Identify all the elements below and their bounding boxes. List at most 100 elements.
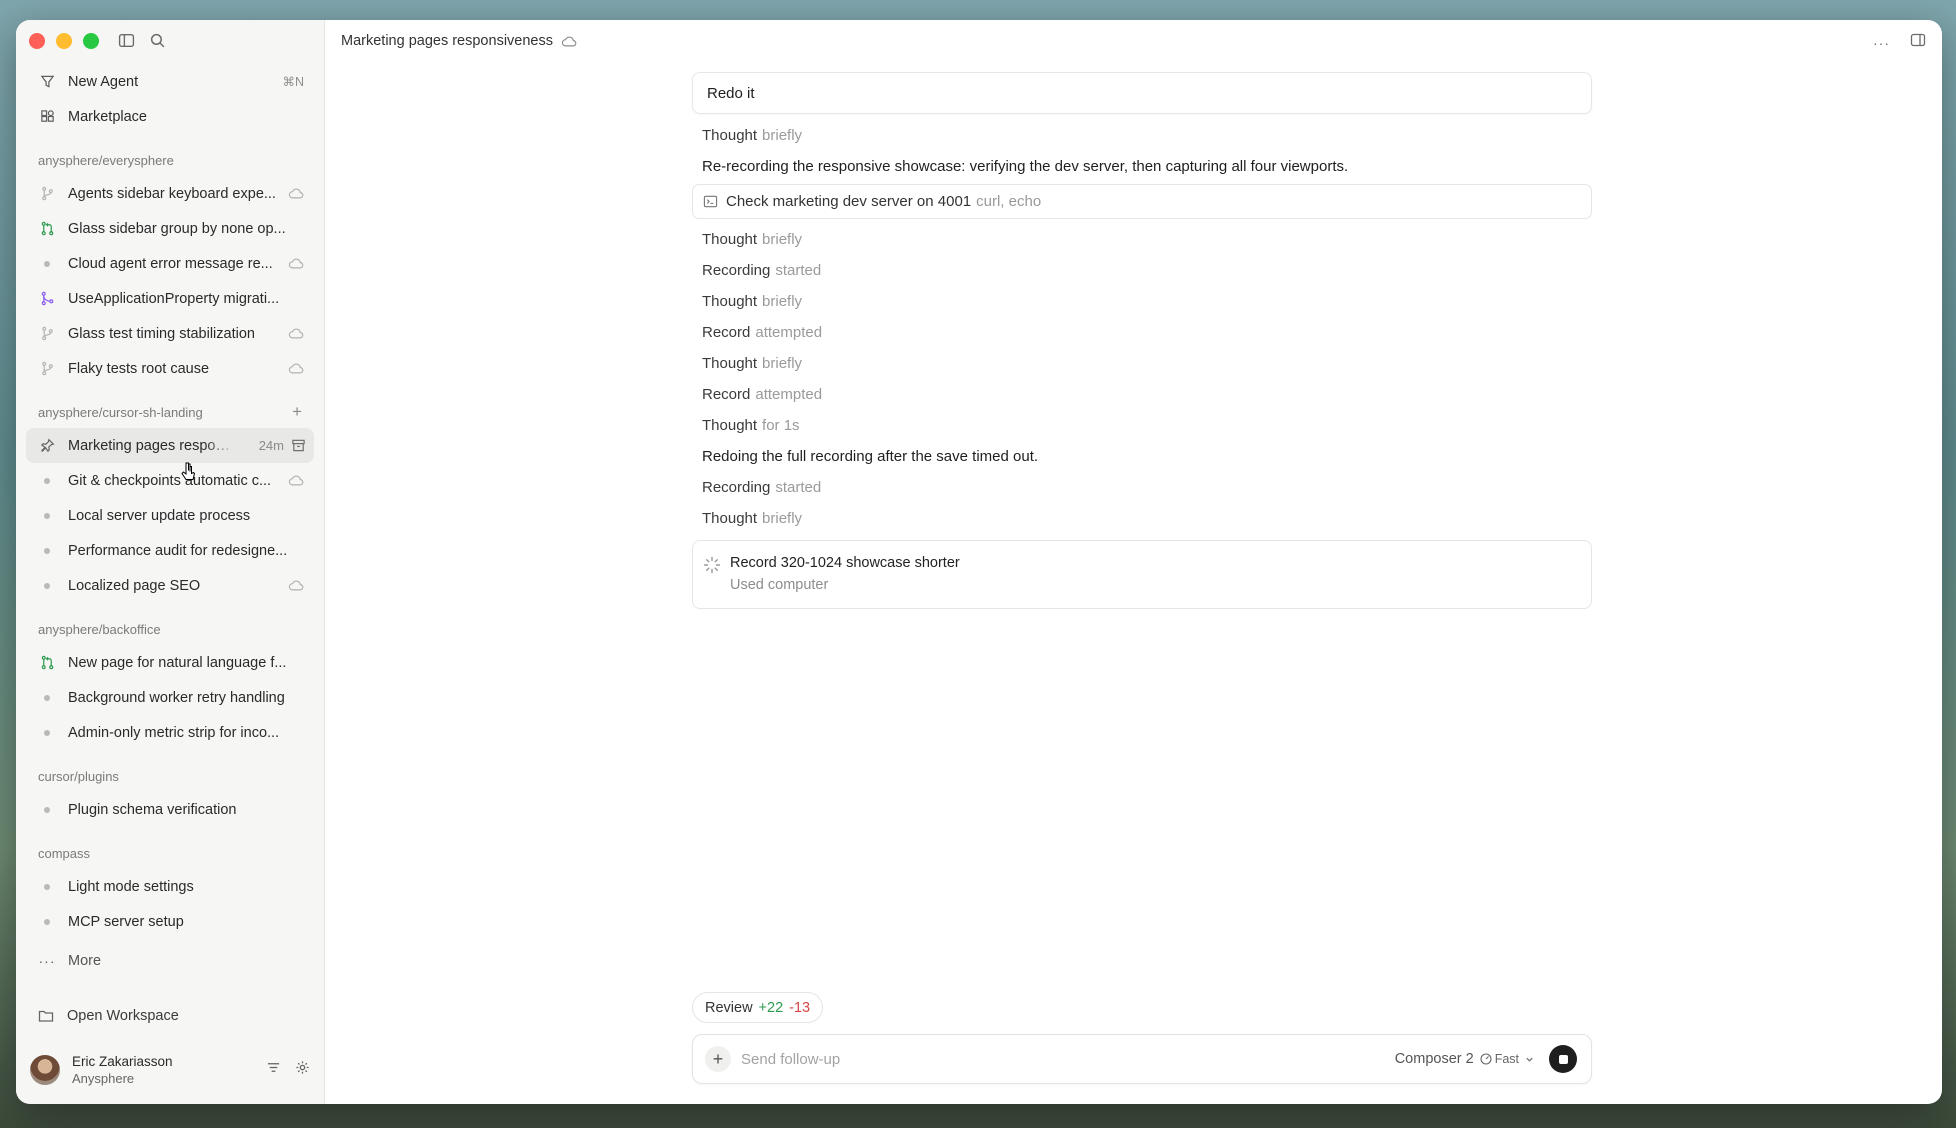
step-detail: briefly: [762, 127, 803, 144]
toggle-panel-icon[interactable]: [1910, 32, 1926, 53]
sidebar-item-glass-sidebar-group-by-none-op[interactable]: Glass sidebar group by none op...: [26, 211, 314, 246]
composer: + Composer 2 Fast: [692, 1034, 1592, 1084]
group-label-anysphere-backoffice[interactable]: anysphere/backoffice: [26, 609, 314, 645]
sidebar-item-admin-only-metric-strip-for-inco[interactable]: Admin-only metric strip for inco...: [26, 715, 314, 750]
status-dot-icon: [38, 806, 56, 813]
model-name: Composer 2: [1394, 1051, 1474, 1067]
sidebar-item-flaky-tests-root-cause[interactable]: Flaky tests root cause: [26, 351, 314, 386]
sidebar-item-local-server-update-process[interactable]: Local server update process: [26, 498, 314, 533]
tool-call-detail: curl, echo: [976, 193, 1042, 210]
step-detail: started: [775, 479, 822, 496]
new-agent-label: New Agent: [68, 73, 139, 90]
status-dot-icon: [38, 477, 56, 484]
branch-icon: [38, 186, 56, 201]
agent-step[interactable]: Thought for 1s: [692, 410, 1592, 441]
gear-icon[interactable]: [295, 1060, 310, 1080]
sidebar-item-label: Cloud agent error message re...: [68, 255, 273, 272]
sidebar-item-light-mode-settings[interactable]: Light mode settings: [26, 869, 314, 904]
sidebar-item-git-checkpoints-automatic-c[interactable]: Git & checkpoints automatic c...: [26, 463, 314, 498]
ellipsis-icon: ···: [38, 952, 56, 969]
sidebar-item-label: UseApplicationProperty migrati...: [68, 290, 280, 307]
sidebar-item-background-worker-retry-handling[interactable]: Background worker retry handling: [26, 680, 314, 715]
user-message[interactable]: Redo it: [692, 72, 1592, 114]
status-dot-icon: [38, 694, 56, 701]
sidebar-item-label: Marketing pages responsiveness: [68, 437, 238, 454]
cloud-icon[interactable]: [561, 34, 577, 48]
agent-step[interactable]: Recording started: [692, 472, 1592, 503]
spinner-icon: [703, 556, 721, 574]
sidebar-item-label: New page for natural language f...: [68, 654, 287, 671]
step-detail: briefly: [762, 293, 803, 310]
group-label-anysphere-cursor-sh-landing[interactable]: anysphere/cursor-sh-landing +: [26, 392, 314, 428]
sidebar-item-label: Agents sidebar keyboard expe...: [68, 185, 276, 202]
sidebar-item-plugin-schema-verification[interactable]: Plugin schema verification: [26, 792, 314, 827]
agent-step[interactable]: Thought briefly: [692, 120, 1592, 151]
review-button[interactable]: Review +22 -13: [692, 992, 824, 1023]
close-window-button[interactable]: [29, 33, 45, 49]
step-action: Thought: [702, 231, 758, 248]
task-card[interactable]: Record 320-1024 showcase shorter Used co…: [692, 540, 1592, 609]
sidebar-item-performance-audit-for-redesigne[interactable]: Performance audit for redesigne...: [26, 533, 314, 568]
add-agent-icon[interactable]: +: [292, 403, 302, 420]
sidebar-item-label: Localized page SEO: [68, 577, 201, 594]
agent-step[interactable]: Thought briefly: [692, 224, 1592, 255]
filter-icon[interactable]: [266, 1060, 281, 1080]
group-label-text: anysphere/cursor-sh-landing: [38, 405, 203, 420]
step-detail: for 1s: [762, 417, 800, 434]
group-label-compass[interactable]: compass: [26, 833, 314, 869]
sidebar-item-localized-page-seo[interactable]: Localized page SEO: [26, 568, 314, 603]
sidebar-item-glass-test-timing-stabilization[interactable]: Glass test timing stabilization: [26, 316, 314, 351]
sidebar-item-marketing-pages-responsiveness[interactable]: Marketing pages responsiveness 24m: [26, 428, 314, 463]
sidebar-item-agents-sidebar-keyboard-expe[interactable]: Agents sidebar keyboard expe...: [26, 176, 314, 211]
step-action: Record: [702, 324, 751, 341]
status-dot-icon: [38, 512, 56, 519]
avatar[interactable]: [30, 1055, 60, 1085]
step-detail: briefly: [762, 510, 803, 527]
more-options-icon[interactable]: ···: [1873, 35, 1890, 51]
sidebar-item-new-page-for-natural-language-f[interactable]: New page for natural language f...: [26, 645, 314, 680]
project-groups: anysphere/everysphere Agents sidebar keyb…: [26, 140, 314, 939]
agent-step[interactable]: Recording started: [692, 255, 1592, 286]
open-workspace-button[interactable]: Open Workspace: [38, 1008, 179, 1024]
stop-icon: [1558, 1054, 1568, 1064]
follow-up-input[interactable]: [741, 1050, 1341, 1068]
add-context-button[interactable]: +: [705, 1046, 731, 1072]
agent-step[interactable]: Thought briefly: [692, 503, 1592, 534]
tool-call-card[interactable]: Check marketing dev server on 4001 curl, …: [692, 184, 1592, 219]
model-selector[interactable]: Composer 2 Fast: [1395, 1051, 1535, 1067]
stop-button[interactable]: [1549, 1045, 1577, 1073]
marketplace-button[interactable]: Marketplace: [26, 99, 314, 134]
zoom-window-button[interactable]: [83, 33, 99, 49]
cloud-icon: [288, 256, 304, 274]
pull-request-icon: [38, 655, 56, 670]
page-title: Marketing pages responsiveness: [341, 33, 553, 49]
agent-step[interactable]: Thought briefly: [692, 286, 1592, 317]
group-label-cursor-plugins[interactable]: cursor/plugins: [26, 756, 314, 792]
sidebar-item-label: Admin-only metric strip for inco...: [68, 724, 280, 741]
step-action: Thought: [702, 355, 758, 372]
agent-step[interactable]: Record attempted: [692, 317, 1592, 348]
step-action: Recording: [702, 262, 771, 279]
sidebar-item-label: Performance audit for redesigne...: [68, 542, 288, 559]
search-icon[interactable]: [149, 32, 166, 54]
sidebar-item-cloud-agent-error-message-re[interactable]: Cloud agent error message re...: [26, 246, 314, 281]
new-agent-button[interactable]: New Agent ⌘N: [26, 64, 314, 99]
minimize-window-button[interactable]: [56, 33, 72, 49]
app-window: New Agent ⌘N Marketplace anysphere/every…: [16, 20, 1942, 1104]
status-dot-icon: [38, 582, 56, 589]
archive-icon[interactable]: [291, 438, 306, 457]
more-button[interactable]: ··· More: [26, 943, 314, 978]
step-detail: briefly: [762, 231, 803, 248]
speed-icon: [1480, 1053, 1492, 1065]
sidebar-item-mcp-server-setup[interactable]: MCP server setup: [26, 904, 314, 939]
agent-step[interactable]: Record attempted: [692, 379, 1592, 410]
window-controls: [29, 33, 99, 49]
branch-icon: [38, 326, 56, 341]
sidebar-item-useapplicationproperty-migrati[interactable]: UseApplicationProperty migrati...: [26, 281, 314, 316]
folder-icon: [38, 1010, 54, 1022]
group-label-anysphere-everysphere[interactable]: anysphere/everysphere: [26, 140, 314, 176]
step-detail: attempted: [755, 386, 823, 403]
agent-step[interactable]: Thought briefly: [692, 348, 1592, 379]
sidebar-toggle-icon[interactable]: [118, 32, 135, 54]
step-detail: attempted: [755, 324, 823, 341]
